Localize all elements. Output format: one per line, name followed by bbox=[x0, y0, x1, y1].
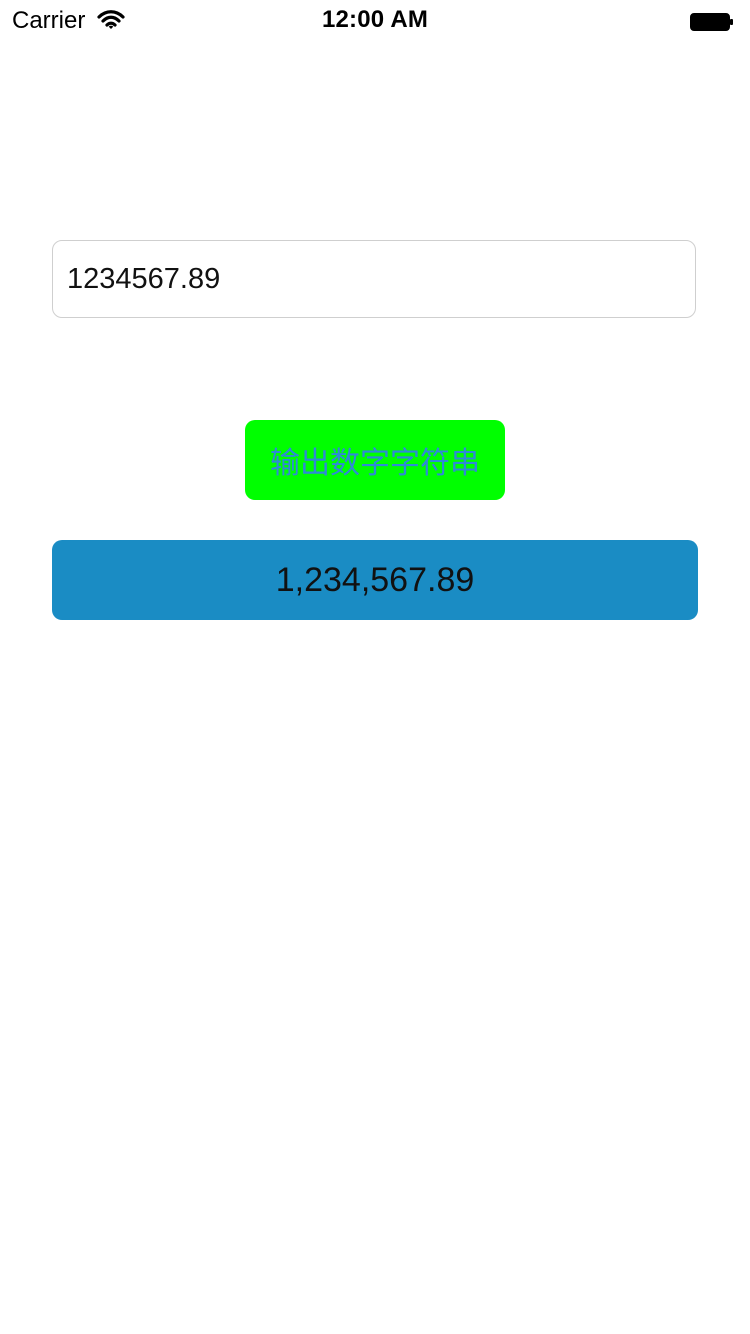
formatted-number-label: 1,234,567.89 bbox=[52, 540, 698, 620]
app-screen: Carrier 12:00 AM 输出数字字符串 1,234,567.89 bbox=[0, 0, 750, 1334]
output-number-string-button[interactable]: 输出数字字符串 bbox=[245, 420, 505, 500]
status-time: 12:00 AM bbox=[321, 6, 429, 33]
number-input[interactable] bbox=[67, 241, 677, 317]
number-input-field[interactable] bbox=[52, 240, 696, 318]
status-bar: Carrier 12:00 AM bbox=[0, 0, 750, 40]
battery-icon bbox=[690, 11, 734, 31]
